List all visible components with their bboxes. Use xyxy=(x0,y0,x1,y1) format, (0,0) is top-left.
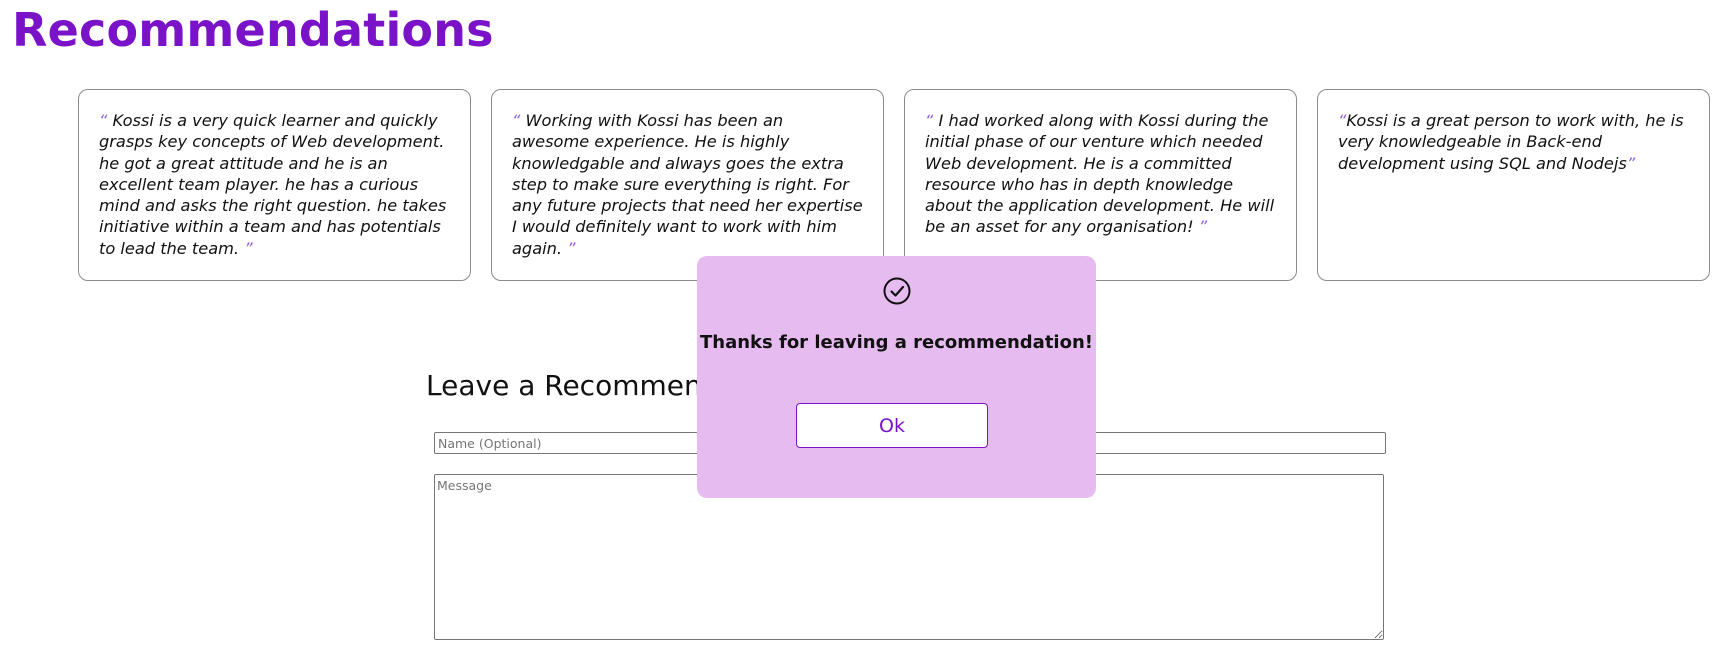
ok-button[interactable]: Ok xyxy=(796,403,988,448)
page-title: Recommendations xyxy=(12,3,494,57)
recommendation-text: Kossi is a very quick learner and quickl… xyxy=(99,111,447,258)
confirmation-modal: Thanks for leaving a recommendation! Ok xyxy=(697,256,1096,498)
recommendation-text: Working with Kossi has been an awesome e… xyxy=(512,111,863,258)
recommendation-text: I had worked along with Kossi during the… xyxy=(925,111,1275,237)
close-quote-mark: ” xyxy=(567,238,576,258)
check-circle-icon xyxy=(882,276,912,306)
recommendation-card: “Kossi is a great person to work with, h… xyxy=(1317,89,1710,281)
close-quote-mark: ” xyxy=(244,238,253,258)
close-quote-mark: ” xyxy=(1198,217,1208,237)
modal-message: Thanks for leaving a recommendation! xyxy=(699,332,1093,353)
recommendation-card: “ Kossi is a very quick learner and quic… xyxy=(78,89,471,281)
message-textarea[interactable] xyxy=(434,474,1384,640)
recommendation-card: “ I had worked along with Kossi during t… xyxy=(904,89,1297,281)
close-quote-mark: ” xyxy=(1626,153,1636,173)
recommendations-list: “ Kossi is a very quick learner and quic… xyxy=(78,89,1711,281)
recommendation-card: “ Working with Kossi has been an awesome… xyxy=(491,89,884,281)
